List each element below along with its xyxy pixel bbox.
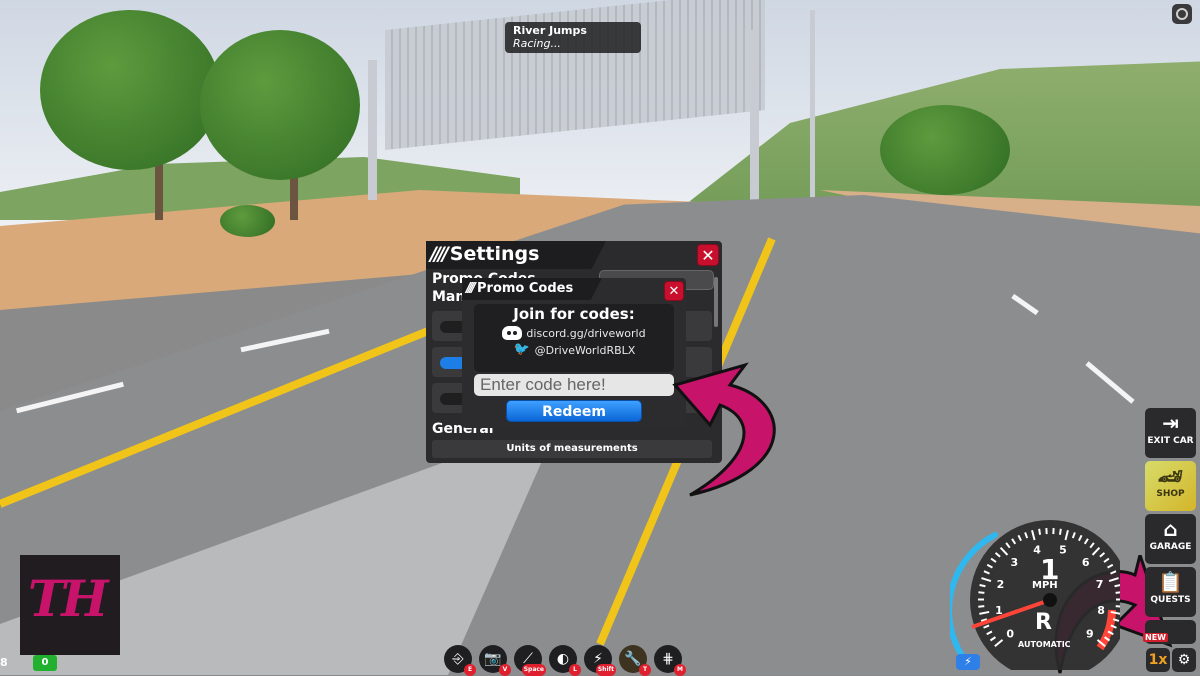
- needle-hub: [1043, 593, 1057, 607]
- speedometer-tick: [1115, 585, 1120, 586]
- hotbar-nitro[interactable]: ⚡Shift: [584, 645, 612, 673]
- garage-icon: ⌂: [1145, 516, 1196, 542]
- roblox-menu-button[interactable]: [1172, 4, 1192, 24]
- watermark-logo: TH: [20, 555, 120, 655]
- speedometer-tick: [1060, 529, 1061, 535]
- join-for-codes-text: Join for codes:: [474, 305, 674, 323]
- settings-title: ////Settings: [430, 243, 539, 265]
- sign-pole: [368, 60, 377, 200]
- speedometer-tick: [980, 585, 986, 586]
- promo-info-box: Join for codes: discord.gg/driveworld 🐦 @…: [474, 304, 674, 372]
- camera-icon: 📷: [484, 651, 501, 667]
- race-location: River Jumps: [513, 24, 633, 37]
- speedometer-tick-label: 0: [1006, 627, 1014, 640]
- transmission-mode: AUTOMATIC: [1018, 640, 1071, 649]
- exit-icon: ⎆: [452, 651, 463, 667]
- speedometer-tick: [978, 606, 984, 607]
- speedometer-tick-label: 3: [1010, 556, 1018, 569]
- tree: [880, 105, 1010, 195]
- tree: [40, 10, 220, 170]
- slashes-icon: ////: [430, 243, 446, 265]
- speedometer-tick-label: 9: [1086, 627, 1094, 640]
- light-pole: [810, 10, 815, 220]
- close-icon: ✕: [669, 284, 680, 299]
- gear-shift-icon: ⋕: [662, 651, 674, 667]
- speedometer-tick: [1039, 529, 1040, 535]
- speedometer-tick-label: 5: [1059, 544, 1067, 557]
- discord-icon: [502, 326, 522, 340]
- race-status-badge: River Jumps Racing...: [505, 22, 641, 53]
- settings-button[interactable]: ⚙: [1172, 648, 1196, 672]
- settings-close-button[interactable]: ✕: [697, 244, 719, 266]
- promo-codes-panel: ////Promo Codes ✕ Join for codes: discor…: [462, 278, 686, 428]
- twitter-icon: 🐦: [513, 343, 531, 357]
- promo-code-input[interactable]: [474, 374, 674, 396]
- lightning-icon: ⚡: [964, 655, 972, 668]
- hotbar-manual[interactable]: ⋕M: [654, 645, 682, 673]
- boost-button[interactable]: ⚡: [956, 654, 980, 670]
- quests-button[interactable]: 📋QUESTS: [1145, 567, 1196, 617]
- speedometer-tick: [978, 592, 984, 593]
- race-status: Racing...: [513, 37, 633, 50]
- garage-button[interactable]: ⌂GARAGE: [1145, 514, 1196, 564]
- gear-indicator: R: [1035, 610, 1052, 635]
- slashes-icon: ////: [466, 281, 473, 296]
- promo-title: ////Promo Codes: [466, 281, 573, 296]
- action-hotbar: ⎆E 📷V ⟋Space ◐L ⚡Shift 🔧T ⋕M: [444, 645, 682, 673]
- tree: [200, 30, 360, 180]
- settings-row-label: Man: [432, 289, 465, 305]
- hotbar-handbrake[interactable]: ⟋Space: [514, 645, 542, 673]
- speedometer-tick: [1116, 606, 1120, 607]
- gear-icon: ⚙: [1178, 652, 1191, 668]
- promo-close-button[interactable]: ✕: [664, 281, 684, 301]
- settings-scrollbar[interactable]: [714, 277, 718, 327]
- twitter-handle: @DriveWorldRBLX: [535, 344, 636, 357]
- hotbar-headlights[interactable]: ◐L: [549, 645, 577, 673]
- car-tag-icon: 🏎: [1145, 463, 1196, 489]
- speedometer-tick-label: 6: [1082, 556, 1090, 569]
- speedometer-tick-label: 7: [1096, 578, 1104, 591]
- speedometer-tick-label: 2: [997, 578, 1005, 591]
- cash-badge[interactable]: 0: [33, 655, 57, 671]
- new-badge: NEW: [1143, 633, 1168, 642]
- speedometer-tick-label: 8: [1097, 604, 1105, 617]
- close-icon: ✕: [701, 246, 714, 265]
- wrench-icon: 🔧: [624, 651, 641, 667]
- multiplier-button[interactable]: 1x: [1146, 648, 1170, 672]
- money-count: 8: [0, 656, 8, 669]
- hotbar-exit[interactable]: ⎆E: [444, 645, 472, 673]
- discord-row: discord.gg/driveworld: [474, 326, 674, 340]
- discord-link: discord.gg/driveworld: [526, 327, 645, 340]
- bush: [220, 205, 275, 237]
- exit-door-icon: ⇥: [1145, 410, 1196, 436]
- exit-car-button[interactable]: ⇥EXIT CAR: [1145, 408, 1196, 458]
- speed-unit: MPH: [1032, 580, 1058, 591]
- shop-button[interactable]: 🏎SHOP: [1145, 461, 1196, 511]
- pointer-arrow-icon: [670, 360, 800, 500]
- hotbar-tune[interactable]: 🔧T: [619, 645, 647, 673]
- twitter-row: 🐦 @DriveWorldRBLX: [474, 343, 674, 357]
- hotbar-camera[interactable]: 📷V: [479, 645, 507, 673]
- menu-icon: [1176, 8, 1188, 20]
- speedometer-tick: [1116, 592, 1120, 593]
- headlight-icon: ◐: [557, 651, 569, 667]
- clipboard-icon: 📋: [1145, 569, 1196, 595]
- redeem-button[interactable]: Redeem: [506, 400, 642, 422]
